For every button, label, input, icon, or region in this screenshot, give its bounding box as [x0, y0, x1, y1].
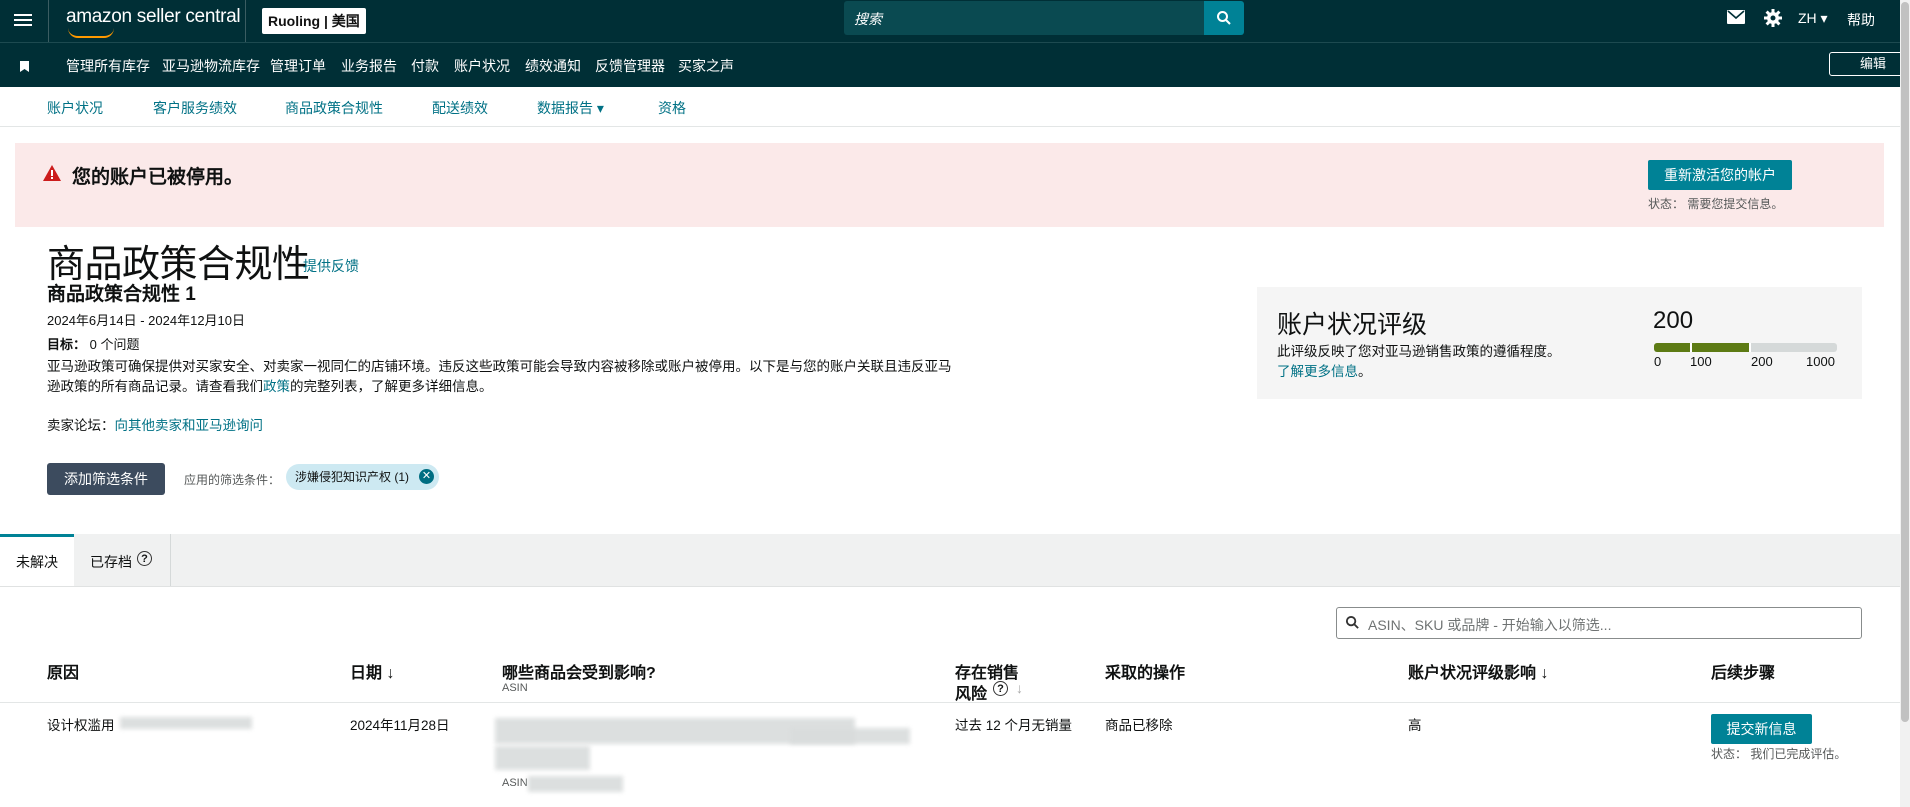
- reason-link[interactable]: 设计权滥用: [47, 714, 115, 734]
- nav-item-business-reports[interactable]: 业务报告: [341, 56, 397, 76]
- tab-unresolved-label: 未解决: [16, 554, 58, 570]
- nav-item-voice-of-customer[interactable]: 买家之声: [678, 56, 734, 76]
- divider: [0, 702, 1900, 703]
- target-value: 0 个问题: [89, 337, 140, 352]
- nav-item-payments[interactable]: 付款: [411, 56, 439, 76]
- language-selector[interactable]: ZH ▾: [1798, 10, 1828, 27]
- nav-item-inventory[interactable]: 管理所有库存: [66, 56, 150, 76]
- policy-link[interactable]: 政策: [263, 379, 290, 394]
- redacted-asin: [528, 776, 623, 792]
- redacted-product: [790, 728, 910, 744]
- subnav-account-health[interactable]: 账户状况: [47, 98, 103, 118]
- nav-item-fba-inventory[interactable]: 亚马逊物流库存: [162, 56, 260, 76]
- subnav-customer-service[interactable]: 客户服务绩效: [153, 98, 237, 118]
- row-risk: 过去 12 个月无销量: [955, 718, 1073, 733]
- col-header-affected: 哪些商品会受到影响?: [502, 665, 656, 682]
- health-desc-end: 。: [1358, 364, 1372, 379]
- health-score-fill: [1654, 343, 1749, 352]
- search-icon: [1345, 615, 1360, 635]
- tick-label: 1000: [1806, 354, 1835, 369]
- subnav-shipping-performance[interactable]: 配送绩效: [432, 98, 488, 118]
- row-action: 商品已移除: [1105, 718, 1173, 733]
- help-link[interactable]: 帮助: [1847, 10, 1875, 30]
- sort-arrow-icon[interactable]: ↓: [1016, 680, 1023, 696]
- col-header-reason: 原因: [47, 665, 80, 682]
- redacted-product: [495, 746, 590, 770]
- reactivate-account-button[interactable]: 重新激活您的帐户: [1648, 160, 1792, 190]
- submit-status: 状态： 我们已完成评估。: [1711, 747, 1847, 761]
- logo-text: amazon seller central: [66, 6, 241, 27]
- forum-link[interactable]: 向其他卖家和亚马逊询问: [115, 418, 264, 433]
- help-circle-icon[interactable]: ?: [137, 551, 152, 566]
- target-text: 目标： 0 个问题: [47, 334, 139, 353]
- help-circle-icon[interactable]: ?: [993, 681, 1008, 696]
- forum-row: 卖家论坛：向其他卖家和亚马逊询问: [47, 414, 263, 434]
- add-filter-button[interactable]: 添加筛选条件: [47, 463, 165, 495]
- search-icon: [1217, 11, 1231, 25]
- date-range: 2024年6月14日 - 2024年12月10日: [47, 313, 246, 328]
- tick-label: 100: [1690, 354, 1712, 369]
- row-impact: 高: [1408, 718, 1422, 733]
- alert-message: 您的账户已被停用。: [72, 167, 244, 188]
- gear-icon[interactable]: [1764, 9, 1782, 32]
- health-card-description: 此评级反映了您对亚马逊销售政策的遵循程度。了解更多信息。: [1277, 342, 1567, 382]
- col-header-action: 采取的操作: [1105, 665, 1186, 682]
- redacted-text: [120, 717, 252, 729]
- nav-item-orders[interactable]: 管理订单: [270, 56, 326, 76]
- tick-label: 0: [1654, 354, 1662, 369]
- store-selector[interactable]: Ruoling | 美国: [262, 8, 366, 34]
- desc-text: 亚马逊政策可确保提供对买家安全、对卖家一视同仁的店铺环境。违反这些政策可能会导致…: [47, 359, 952, 394]
- filter-chip: 涉嫌侵犯知识产权 (1): [286, 464, 440, 490]
- divider: [245, 0, 246, 42]
- menu-icon[interactable]: [14, 11, 32, 31]
- learn-more-link[interactable]: 了解更多信息: [1277, 364, 1358, 379]
- nav-item-feedback-manager[interactable]: 反馈管理器: [595, 56, 665, 76]
- search-placeholder: 搜索: [854, 11, 882, 27]
- asin-filter-placeholder: ASIN、SKU 或品牌 - 开始输入以筛选...: [1368, 617, 1612, 633]
- policy-description: 亚马逊政策可确保提供对买家安全、对卖家一视同仁的店铺环境。违反这些政策可能会导致…: [47, 357, 957, 397]
- warning-icon: [43, 165, 61, 186]
- bar-separator: [1690, 343, 1692, 352]
- col-header-date[interactable]: 日期 ↓: [350, 659, 394, 683]
- applied-filters-label: 应用的筛选条件：: [184, 473, 281, 487]
- reactivate-status: 状态： 需要您提交信息。: [1648, 197, 1784, 211]
- health-desc-text: 此评级反映了您对亚马逊销售政策的遵循程度。: [1277, 344, 1561, 359]
- divider: [170, 534, 171, 586]
- tick-label: 200: [1751, 354, 1773, 369]
- health-card-title: 账户状况评级: [1277, 311, 1428, 339]
- subnav-data-reports[interactable]: 数据报告 ▾: [537, 98, 604, 118]
- nav-item-account-health[interactable]: 账户状况: [454, 56, 510, 76]
- remove-filter-icon[interactable]: ✕: [419, 469, 434, 484]
- mail-icon[interactable]: [1727, 10, 1745, 29]
- divider: [48, 0, 49, 42]
- subnav-product-policy[interactable]: 商品政策合规性: [285, 98, 383, 118]
- edit-nav-button[interactable]: 编辑: [1829, 52, 1910, 76]
- amazon-logo[interactable]: amazon seller central: [66, 6, 241, 38]
- col-header-asin: ASIN: [502, 682, 528, 694]
- tab-bar: [0, 534, 1900, 587]
- bookmark-icon[interactable]: [20, 59, 29, 77]
- logo-smile-icon: [68, 28, 114, 38]
- col-header-next-steps: 后续步骤: [1711, 665, 1776, 682]
- feedback-link[interactable]: 提供反馈: [303, 256, 359, 276]
- nav-item-performance-notifications[interactable]: 绩效通知: [525, 56, 581, 76]
- bar-separator: [1749, 343, 1751, 352]
- section-subtitle: 商品政策合规性 1: [47, 284, 196, 305]
- search-input[interactable]: [844, 1, 1204, 35]
- forum-label: 卖家论坛：: [47, 418, 115, 433]
- subnav-eligibility[interactable]: 资格: [658, 98, 686, 118]
- submit-new-info-button[interactable]: 提交新信息: [1711, 714, 1812, 744]
- search-button[interactable]: [1204, 1, 1244, 35]
- col-header-risk-2: 风险: [955, 686, 988, 703]
- scrollbar-thumb[interactable]: [1901, 2, 1909, 722]
- desc-text-end: 的完整列表，了解更多详细信息。: [290, 379, 493, 394]
- row-date: 2024年11月28日: [350, 718, 450, 733]
- divider: [0, 126, 1900, 127]
- tab-archived[interactable]: 已存档: [90, 552, 132, 572]
- deactivation-alert: [15, 143, 1884, 227]
- health-score: 200: [1653, 307, 1694, 334]
- target-label: 目标：: [47, 337, 87, 352]
- row-asin-label: ASIN: [502, 777, 528, 789]
- col-header-impact[interactable]: 账户状况评级影响 ↓: [1408, 659, 1548, 683]
